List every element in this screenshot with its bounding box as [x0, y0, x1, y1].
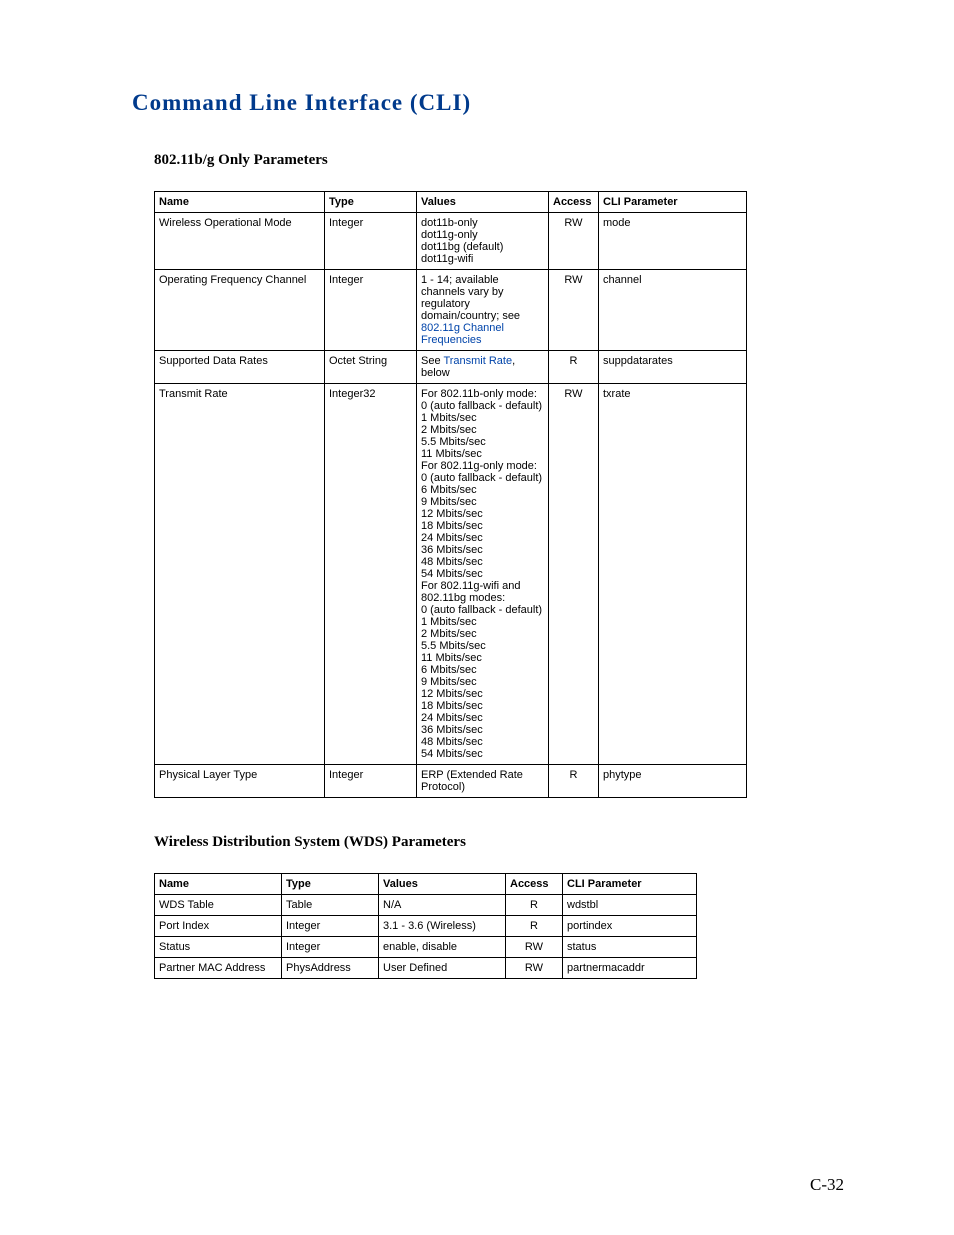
cell-name: Operating Frequency Channel	[155, 270, 325, 351]
cell-type: Integer	[282, 937, 379, 958]
table-header-row: Name Type Values Access CLI Parameter	[155, 192, 747, 213]
table-row: Wireless Operational ModeIntegerdot11b-o…	[155, 213, 747, 270]
cell-cli: channel	[599, 270, 747, 351]
cell-values: User Defined	[379, 958, 506, 979]
cell-values: 3.1 - 3.6 (Wireless)	[379, 916, 506, 937]
cell-name: Physical Layer Type	[155, 765, 325, 798]
col-type: Type	[282, 874, 379, 895]
cell-name: Port Index	[155, 916, 282, 937]
cell-values: dot11b-onlydot11g-onlydot11bg (default)d…	[417, 213, 549, 270]
cell-cli: wdstbl	[563, 895, 697, 916]
cell-values: See Transmit Rate, below	[417, 351, 549, 384]
parameters-table-1: Name Type Values Access CLI Parameter Wi…	[154, 191, 747, 798]
cell-name: Partner MAC Address	[155, 958, 282, 979]
cell-cli: portindex	[563, 916, 697, 937]
cell-cli: txrate	[599, 384, 747, 765]
table-row: Partner MAC AddressPhysAddressUser Defin…	[155, 958, 697, 979]
cell-type: Integer32	[325, 384, 417, 765]
cell-values: For 802.11b-only mode:0 (auto fallback -…	[417, 384, 549, 765]
table-row: Port IndexInteger3.1 - 3.6 (Wireless)Rpo…	[155, 916, 697, 937]
cell-access: R	[549, 765, 599, 798]
section-heading-2: Wireless Distribution System (WDS) Param…	[154, 834, 822, 851]
cell-name: WDS Table	[155, 895, 282, 916]
cell-cli: suppdatarates	[599, 351, 747, 384]
cell-values: 1 - 14; available channels vary by regul…	[417, 270, 549, 351]
col-values: Values	[379, 874, 506, 895]
cell-values: enable, disable	[379, 937, 506, 958]
cell-cli: status	[563, 937, 697, 958]
cell-name: Transmit Rate	[155, 384, 325, 765]
col-values: Values	[417, 192, 549, 213]
cell-type: Table	[282, 895, 379, 916]
cell-access: RW	[506, 937, 563, 958]
col-name: Name	[155, 874, 282, 895]
cell-access: RW	[549, 384, 599, 765]
cell-cli: partnermacaddr	[563, 958, 697, 979]
section-heading-1: 802.11b/g Only Parameters	[154, 152, 822, 169]
cell-access: RW	[549, 270, 599, 351]
table-header-row: Name Type Values Access CLI Parameter	[155, 874, 697, 895]
col-cli: CLI Parameter	[563, 874, 697, 895]
cell-type: Integer	[325, 270, 417, 351]
cell-cli: phytype	[599, 765, 747, 798]
cross-reference-link[interactable]: Transmit Rate	[443, 355, 512, 367]
col-type: Type	[325, 192, 417, 213]
table-row: Physical Layer TypeIntegerERP (Extended …	[155, 765, 747, 798]
col-cli: CLI Parameter	[599, 192, 747, 213]
parameters-table-2: Name Type Values Access CLI Parameter WD…	[154, 873, 697, 979]
page-title: Command Line Interface (CLI)	[132, 90, 822, 116]
cell-values: ERP (Extended Rate Protocol)	[417, 765, 549, 798]
cell-name: Status	[155, 937, 282, 958]
cell-access: R	[506, 916, 563, 937]
cell-access: R	[549, 351, 599, 384]
table-row: StatusIntegerenable, disableRWstatus	[155, 937, 697, 958]
cell-access: RW	[506, 958, 563, 979]
cell-type: Integer	[325, 213, 417, 270]
col-name: Name	[155, 192, 325, 213]
cell-access: R	[506, 895, 563, 916]
table-row: Transmit RateInteger32For 802.11b-only m…	[155, 384, 747, 765]
cross-reference-link[interactable]: 802.11g Channel Frequencies	[421, 322, 504, 346]
table-row: Supported Data RatesOctet StringSee Tran…	[155, 351, 747, 384]
document-page: Command Line Interface (CLI) 802.11b/g O…	[0, 0, 954, 1235]
col-access: Access	[506, 874, 563, 895]
cell-name: Wireless Operational Mode	[155, 213, 325, 270]
cell-type: PhysAddress	[282, 958, 379, 979]
table-row: WDS TableTableN/ARwdstbl	[155, 895, 697, 916]
cell-type: Integer	[282, 916, 379, 937]
cell-values: N/A	[379, 895, 506, 916]
page-number: C-32	[810, 1175, 844, 1195]
cell-type: Octet String	[325, 351, 417, 384]
cell-access: RW	[549, 213, 599, 270]
cell-name: Supported Data Rates	[155, 351, 325, 384]
table-row: Operating Frequency ChannelInteger1 - 14…	[155, 270, 747, 351]
col-access: Access	[549, 192, 599, 213]
cell-cli: mode	[599, 213, 747, 270]
cell-type: Integer	[325, 765, 417, 798]
